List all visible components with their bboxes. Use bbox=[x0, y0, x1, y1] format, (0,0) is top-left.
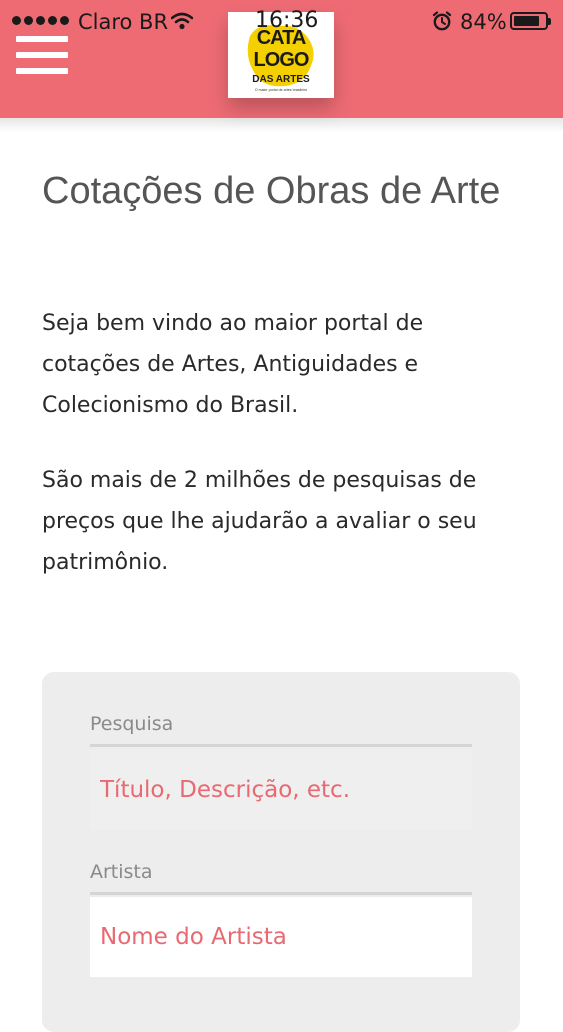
artista-underline bbox=[90, 892, 472, 895]
pesquisa-label: Pesquisa bbox=[90, 713, 174, 735]
battery-percentage: 84% bbox=[460, 10, 507, 34]
hamburger-icon-bar bbox=[16, 52, 68, 58]
header-shadow bbox=[0, 118, 563, 132]
page-title: Cotações de Obras de Arte bbox=[42, 170, 501, 212]
artista-input[interactable] bbox=[90, 897, 472, 977]
wifi-icon bbox=[171, 12, 193, 30]
intro-paragraph: Seja bem vindo ao maior portal de cotaçõ… bbox=[42, 311, 424, 418]
app-header: Claro BR 16:36 84% CATA LOGO DAS ARTES O… bbox=[0, 0, 563, 118]
battery-level bbox=[514, 16, 540, 26]
logo-tagline: O maior portal de artes brasileiro bbox=[255, 88, 307, 92]
intro-paragraph-2: São mais de 2 milhões de pesquisas de pr… bbox=[42, 468, 477, 575]
logo-line-3: DAS ARTES bbox=[252, 74, 310, 85]
pesquisa-input[interactable] bbox=[90, 750, 472, 830]
clock: 16:36 bbox=[255, 8, 319, 33]
logo-line-2: LOGO bbox=[254, 49, 309, 71]
signal-icon bbox=[12, 16, 69, 25]
pesquisa-underline bbox=[90, 744, 472, 747]
menu-button[interactable] bbox=[16, 36, 68, 80]
battery-icon bbox=[510, 12, 551, 30]
alarm-icon bbox=[432, 11, 452, 31]
artista-label: Artista bbox=[90, 861, 153, 883]
hamburger-icon-bar bbox=[16, 36, 68, 42]
carrier-name: Claro BR bbox=[78, 10, 169, 34]
hamburger-icon-bar bbox=[16, 68, 68, 74]
